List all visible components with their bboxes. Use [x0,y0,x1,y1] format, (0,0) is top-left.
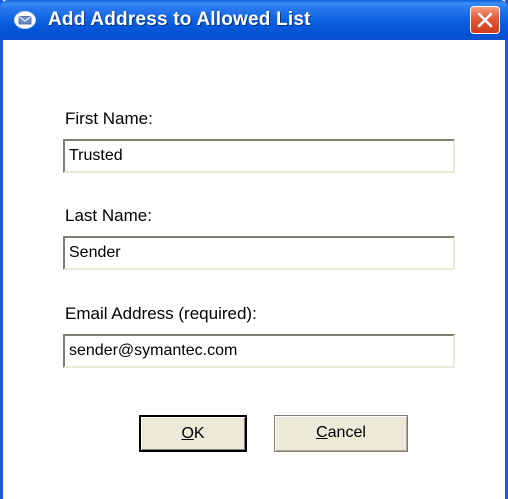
email-address-label: Email Address (required): [65,304,257,323]
first-name-input[interactable]: Trusted [63,139,455,173]
last-name-input[interactable]: Sender [63,236,455,270]
close-button[interactable] [470,6,500,34]
window-title: Add Address to Allowed List [48,9,311,30]
last-name-label: Last Name: [65,206,152,225]
ok-label-rest: K [193,425,205,442]
email-address-input[interactable]: sender@symantec.com [63,334,455,368]
cancel-mnemonic: C [316,424,328,441]
cancel-label-rest: ancel [327,424,366,441]
first-name-label: First Name: [65,109,153,128]
title-bar[interactable]: Add Address to Allowed List [0,0,508,40]
ok-button[interactable]: OK [139,415,247,452]
dialog-window: Add Address to Allowed List First Name: … [0,0,508,499]
mail-envelope-icon [14,11,36,29]
ok-mnemonic: O [181,425,194,442]
cancel-button[interactable]: Cancel [274,415,408,452]
